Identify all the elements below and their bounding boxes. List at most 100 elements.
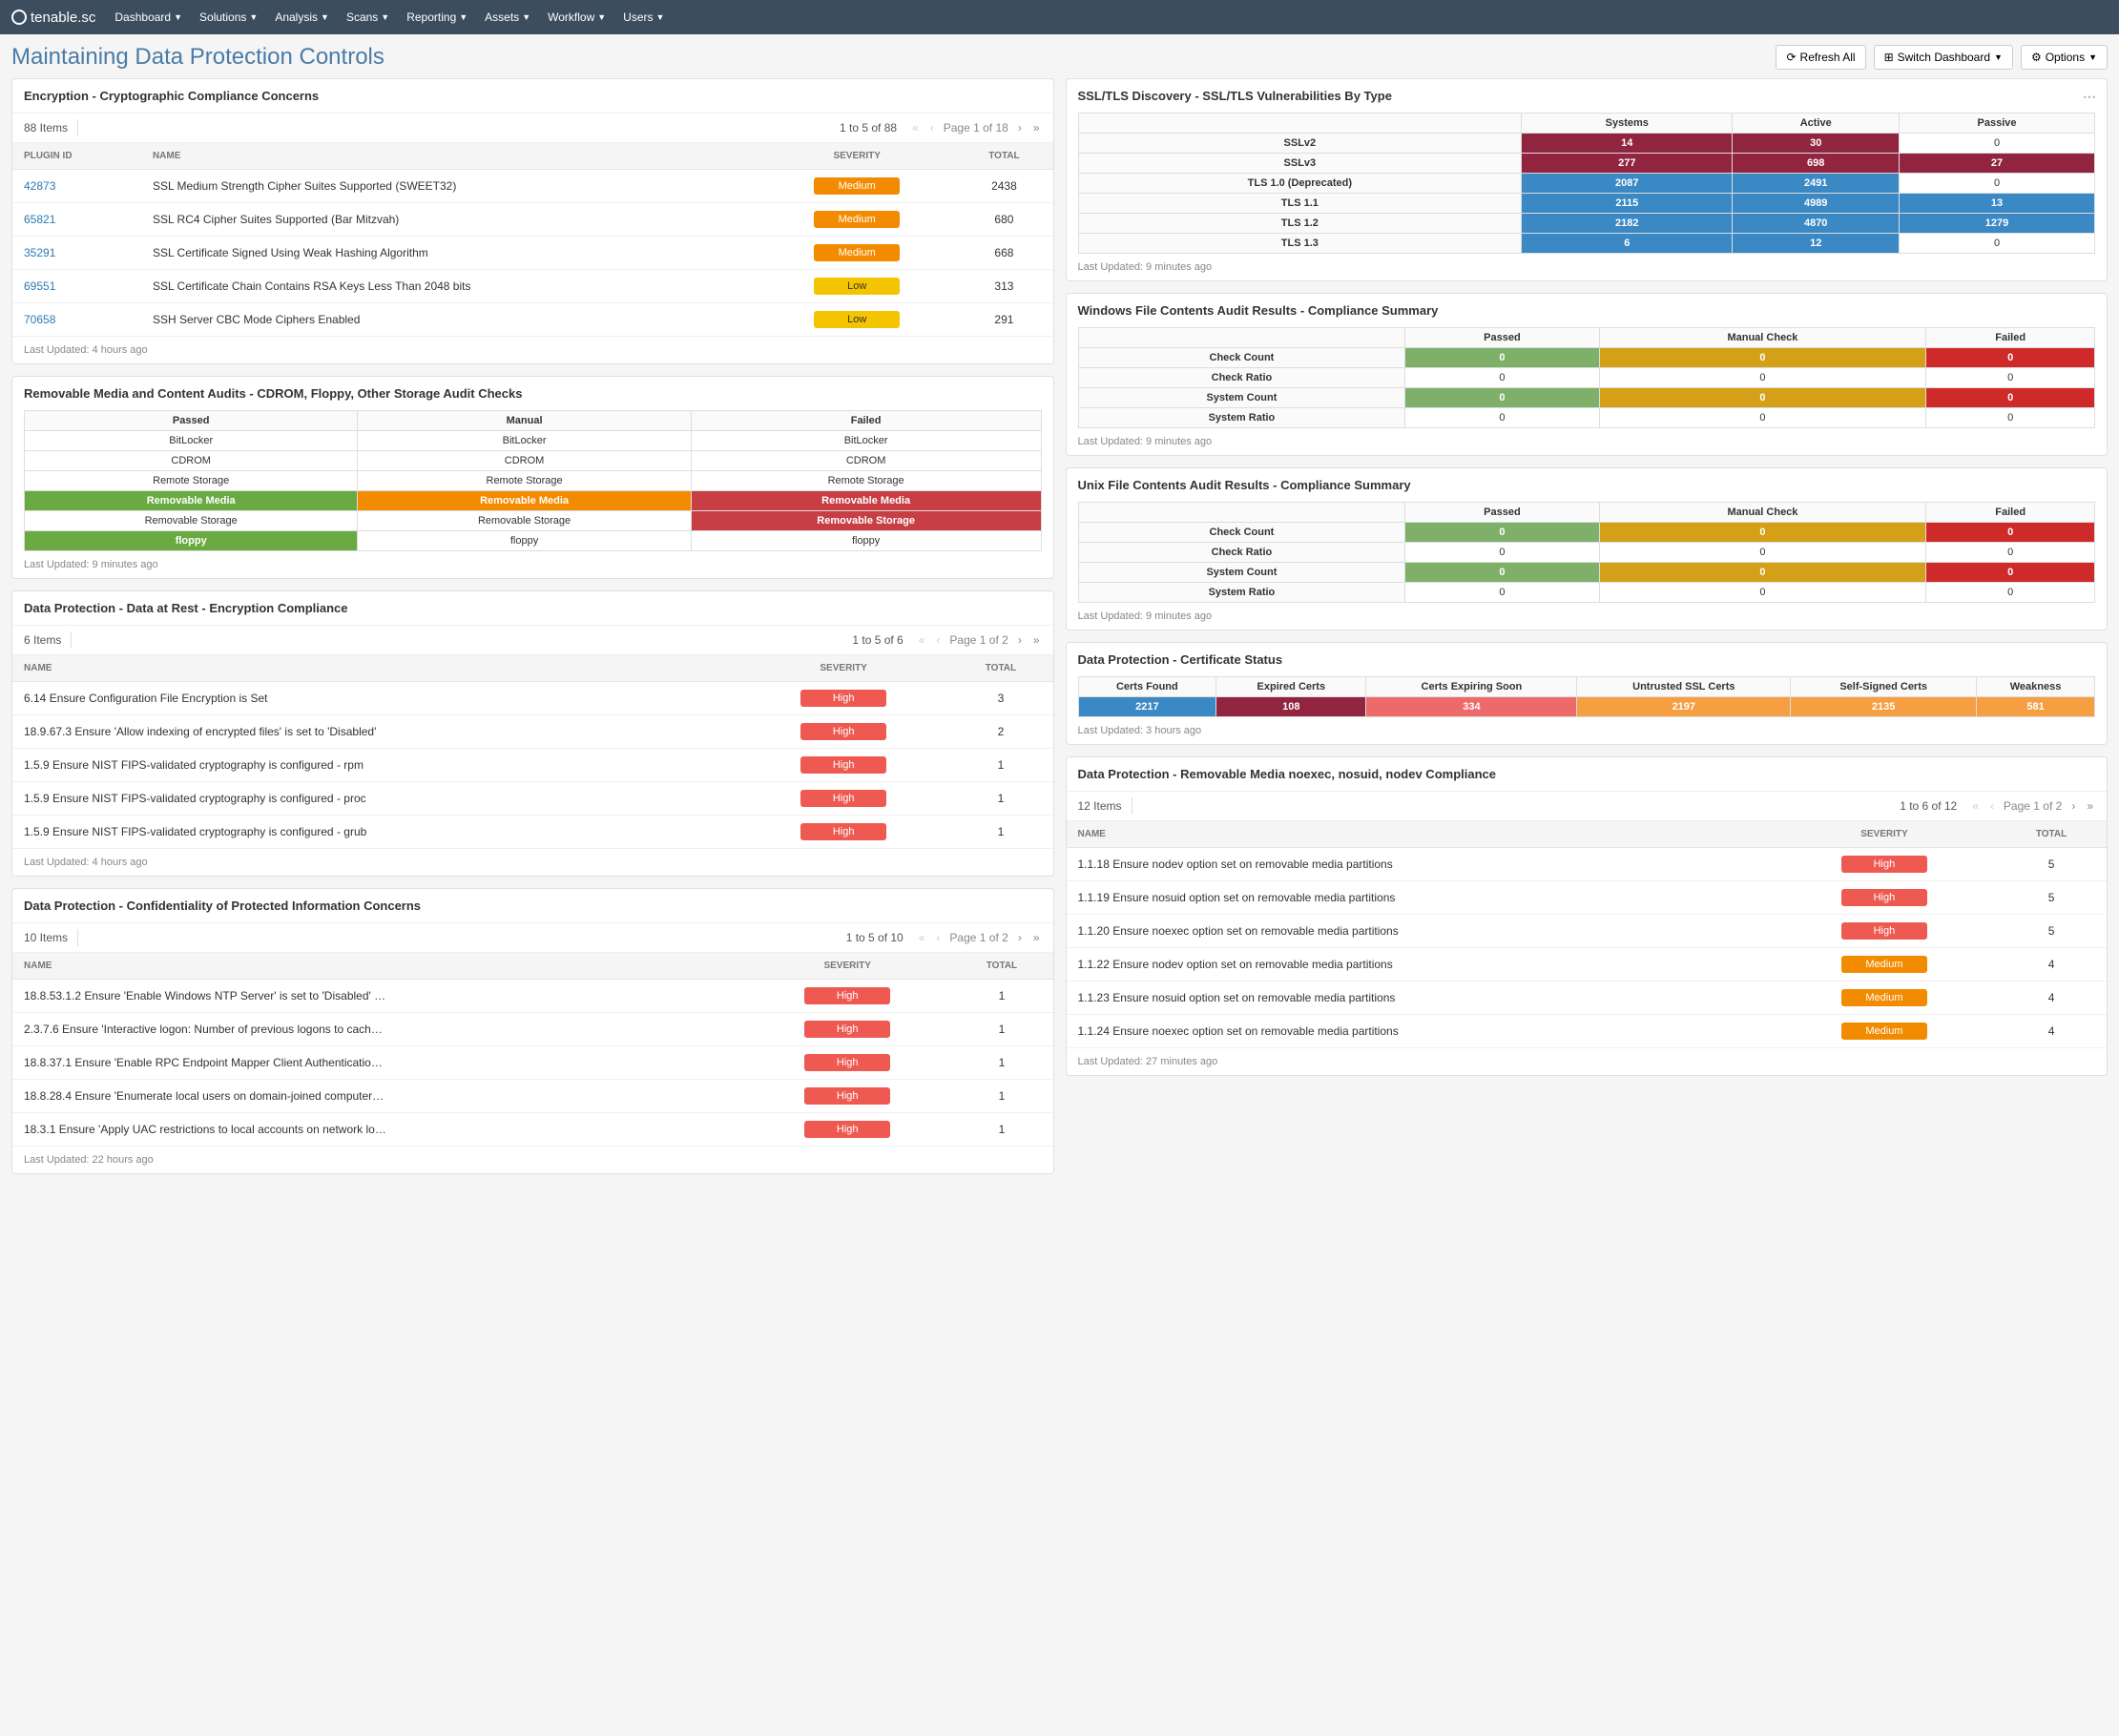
- matrix-cell[interactable]: 0: [1405, 348, 1599, 368]
- matrix-cell[interactable]: BitLocker: [691, 431, 1041, 451]
- matrix-cell[interactable]: BitLocker: [25, 431, 358, 451]
- matrix-cell[interactable]: 0: [1900, 134, 2095, 154]
- table-row[interactable]: 18.3.1 Ensure 'Apply UAC restrictions to…: [12, 1113, 1053, 1147]
- panel-menu-icon[interactable]: ⋯: [2083, 89, 2097, 105]
- matrix-cell[interactable]: 0: [1599, 563, 1926, 583]
- matrix-cell[interactable]: CDROM: [691, 451, 1041, 471]
- matrix-cell[interactable]: 0: [1926, 583, 2095, 603]
- nav-item-scans[interactable]: Scans▼: [346, 10, 389, 24]
- brand-logo[interactable]: tenable.sc: [11, 10, 95, 26]
- matrix-cell[interactable]: Remote Storage: [25, 471, 358, 491]
- matrix-cell[interactable]: 0: [1405, 523, 1599, 543]
- table-row[interactable]: 1.5.9 Ensure NIST FIPS-validated cryptog…: [12, 816, 1053, 849]
- matrix-cell[interactable]: 1279: [1900, 214, 2095, 234]
- nav-item-dashboard[interactable]: Dashboard▼: [114, 10, 182, 24]
- matrix-cell[interactable]: floppy: [25, 531, 358, 551]
- options-button[interactable]: ⚙Options▼: [2021, 45, 2108, 70]
- table-row[interactable]: 18.8.37.1 Ensure 'Enable RPC Endpoint Ma…: [12, 1046, 1053, 1080]
- table-row[interactable]: 1.1.23 Ensure nosuid option set on remov…: [1067, 982, 2108, 1015]
- matrix-cell[interactable]: 0: [1926, 388, 2095, 408]
- page-next-icon[interactable]: ›: [1016, 633, 1024, 647]
- page-first-icon[interactable]: «: [1970, 799, 1981, 813]
- matrix-cell[interactable]: 0: [1599, 523, 1926, 543]
- matrix-cell[interactable]: 0: [1405, 388, 1599, 408]
- page-first-icon[interactable]: «: [917, 633, 927, 647]
- matrix-cell[interactable]: 0: [1926, 543, 2095, 563]
- nav-item-workflow[interactable]: Workflow▼: [548, 10, 606, 24]
- matrix-cell[interactable]: Remote Storage: [691, 471, 1041, 491]
- table-row[interactable]: 1.1.22 Ensure nodev option set on remova…: [1067, 948, 2108, 982]
- table-row[interactable]: 70658SSH Server CBC Mode Ciphers Enabled…: [12, 303, 1053, 337]
- matrix-cell[interactable]: 0: [1926, 408, 2095, 428]
- nav-item-reporting[interactable]: Reporting▼: [406, 10, 467, 24]
- matrix-cell[interactable]: 0: [1405, 563, 1599, 583]
- table-row[interactable]: 35291SSL Certificate Signed Using Weak H…: [12, 237, 1053, 270]
- page-next-icon[interactable]: ›: [1016, 931, 1024, 944]
- matrix-cell[interactable]: 6: [1522, 234, 1733, 254]
- matrix-cell[interactable]: 0: [1926, 563, 2095, 583]
- matrix-cell[interactable]: 0: [1926, 348, 2095, 368]
- matrix-cell[interactable]: 0: [1599, 368, 1926, 388]
- page-first-icon[interactable]: «: [917, 931, 927, 944]
- table-row[interactable]: 1.1.24 Ensure noexec option set on remov…: [1067, 1015, 2108, 1048]
- matrix-cell[interactable]: 0: [1900, 234, 2095, 254]
- matrix-cell[interactable]: 277: [1522, 154, 1733, 174]
- matrix-cell[interactable]: 0: [1599, 583, 1926, 603]
- matrix-cell[interactable]: 0: [1599, 543, 1926, 563]
- nav-item-solutions[interactable]: Solutions▼: [199, 10, 258, 24]
- matrix-cell[interactable]: CDROM: [358, 451, 691, 471]
- plugin-id-link[interactable]: 35291: [12, 237, 141, 270]
- matrix-cell[interactable]: 14: [1522, 134, 1733, 154]
- plugin-id-link[interactable]: 65821: [12, 203, 141, 237]
- matrix-cell[interactable]: Removable Media: [691, 491, 1041, 511]
- matrix-cell[interactable]: 0: [1599, 408, 1926, 428]
- page-last-icon[interactable]: »: [2085, 799, 2095, 813]
- matrix-cell[interactable]: floppy: [691, 531, 1041, 551]
- table-row[interactable]: 1.5.9 Ensure NIST FIPS-validated cryptog…: [12, 782, 1053, 816]
- plugin-id-link[interactable]: 42873: [12, 170, 141, 203]
- table-row[interactable]: 42873SSL Medium Strength Cipher Suites S…: [12, 170, 1053, 203]
- table-row[interactable]: 1.1.18 Ensure nodev option set on remova…: [1067, 848, 2108, 881]
- matrix-cell[interactable]: 0: [1405, 583, 1599, 603]
- table-row[interactable]: 69551SSL Certificate Chain Contains RSA …: [12, 270, 1053, 303]
- table-row[interactable]: 2.3.7.6 Ensure 'Interactive logon: Numbe…: [12, 1013, 1053, 1046]
- switch-dashboard-button[interactable]: ⊞Switch Dashboard▼: [1874, 45, 2013, 70]
- matrix-cell[interactable]: 0: [1599, 348, 1926, 368]
- table-row[interactable]: 18.8.28.4 Ensure 'Enumerate local users …: [12, 1080, 1053, 1113]
- page-prev-icon[interactable]: ‹: [934, 633, 942, 647]
- matrix-cell[interactable]: 0: [1405, 543, 1599, 563]
- matrix-cell[interactable]: Remote Storage: [358, 471, 691, 491]
- table-row[interactable]: 18.8.53.1.2 Ensure 'Enable Windows NTP S…: [12, 980, 1053, 1013]
- matrix-cell[interactable]: 2491: [1733, 174, 1900, 194]
- nav-item-assets[interactable]: Assets▼: [485, 10, 530, 24]
- matrix-cell[interactable]: 581: [1977, 697, 2095, 717]
- matrix-cell[interactable]: Removable Storage: [358, 511, 691, 531]
- matrix-cell[interactable]: Removable Storage: [25, 511, 358, 531]
- matrix-cell[interactable]: BitLocker: [358, 431, 691, 451]
- table-row[interactable]: 6.14 Ensure Configuration File Encryptio…: [12, 682, 1053, 715]
- nav-item-analysis[interactable]: Analysis▼: [275, 10, 329, 24]
- matrix-cell[interactable]: CDROM: [25, 451, 358, 471]
- page-prev-icon[interactable]: ‹: [928, 121, 936, 134]
- matrix-cell[interactable]: 0: [1900, 174, 2095, 194]
- page-last-icon[interactable]: »: [1031, 931, 1042, 944]
- refresh-all-button[interactable]: ⟳Refresh All: [1776, 45, 1865, 70]
- matrix-cell[interactable]: 4989: [1733, 194, 1900, 214]
- page-last-icon[interactable]: »: [1031, 121, 1042, 134]
- nav-item-users[interactable]: Users▼: [623, 10, 664, 24]
- page-last-icon[interactable]: »: [1031, 633, 1042, 647]
- matrix-cell[interactable]: 0: [1926, 368, 2095, 388]
- matrix-cell[interactable]: 4870: [1733, 214, 1900, 234]
- matrix-cell[interactable]: 2087: [1522, 174, 1733, 194]
- matrix-cell[interactable]: 108: [1216, 697, 1366, 717]
- matrix-cell[interactable]: 0: [1926, 523, 2095, 543]
- matrix-cell[interactable]: floppy: [358, 531, 691, 551]
- matrix-cell[interactable]: 0: [1405, 368, 1599, 388]
- matrix-cell[interactable]: 30: [1733, 134, 1900, 154]
- matrix-cell[interactable]: 27: [1900, 154, 2095, 174]
- matrix-cell[interactable]: 2135: [1791, 697, 1977, 717]
- matrix-cell[interactable]: Removable Media: [25, 491, 358, 511]
- matrix-cell[interactable]: 2197: [1577, 697, 1791, 717]
- matrix-cell[interactable]: Removable Media: [358, 491, 691, 511]
- matrix-cell[interactable]: 2115: [1522, 194, 1733, 214]
